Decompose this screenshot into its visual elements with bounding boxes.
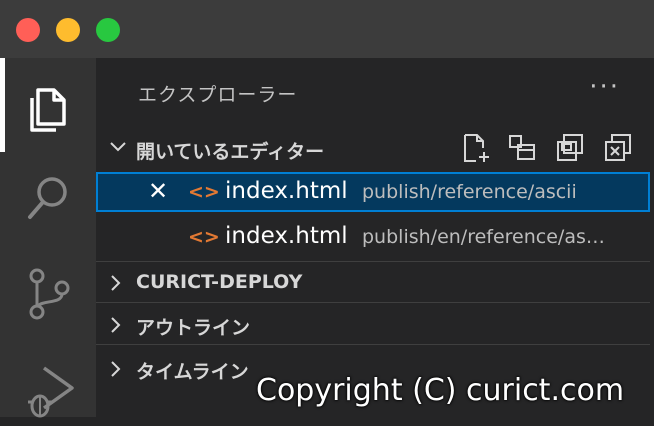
open-editor-item[interactable]: <> index.html publish/en/reference/as… xyxy=(96,217,650,257)
section-divider xyxy=(96,302,650,303)
toggle-vertical-layout-icon[interactable] xyxy=(506,132,538,168)
new-untitled-file-icon[interactable] xyxy=(460,132,492,168)
open-editors-header[interactable]: 開いているエディター xyxy=(96,128,654,168)
close-all-icon[interactable] xyxy=(602,132,634,168)
source-control-icon[interactable] xyxy=(22,266,74,326)
explorer-sidebar: エクスプローラー ··· 開いているエディター ✕ <> index.html … xyxy=(96,58,654,417)
html-file-icon: <> xyxy=(188,226,220,248)
search-icon[interactable] xyxy=(22,172,74,228)
file-path: publish/reference/ascii xyxy=(362,181,577,203)
chevron-right-icon xyxy=(108,315,124,339)
zoom-window-button[interactable] xyxy=(96,18,120,42)
explorer-title: エクスプローラー xyxy=(138,84,298,106)
close-icon[interactable]: ✕ xyxy=(148,177,168,205)
section-header-curict-deploy[interactable]: CURICT-DEPLOY xyxy=(96,262,654,302)
section-divider xyxy=(96,344,650,345)
open-editor-item[interactable]: ✕ <> index.html publish/reference/ascii xyxy=(96,172,650,212)
chevron-down-icon xyxy=(108,139,128,159)
section-header-outline[interactable]: アウトライン xyxy=(96,304,654,344)
save-all-icon[interactable] xyxy=(554,132,586,168)
section-label: アウトライン xyxy=(136,317,251,339)
active-indicator xyxy=(0,58,5,152)
run-debug-icon[interactable] xyxy=(22,362,78,426)
chevron-right-icon xyxy=(108,359,124,383)
activity-bar xyxy=(0,58,96,418)
section-label: タイムライン xyxy=(136,361,249,383)
file-name: index.html xyxy=(225,178,348,204)
files-icon[interactable] xyxy=(22,80,74,136)
window-titlebar xyxy=(0,0,654,58)
file-name: index.html xyxy=(225,223,348,249)
open-editors-label: 開いているエディター xyxy=(136,141,325,163)
chevron-right-icon xyxy=(108,273,124,297)
file-path: publish/en/reference/as… xyxy=(362,226,605,248)
html-file-icon: <> xyxy=(188,181,220,203)
more-actions-button[interactable]: ··· xyxy=(589,72,620,102)
close-window-button[interactable] xyxy=(16,18,40,42)
section-label: CURICT-DEPLOY xyxy=(136,271,303,293)
minimize-window-button[interactable] xyxy=(56,18,80,42)
copyright-watermark: Copyright (C) curict.com xyxy=(256,373,625,408)
